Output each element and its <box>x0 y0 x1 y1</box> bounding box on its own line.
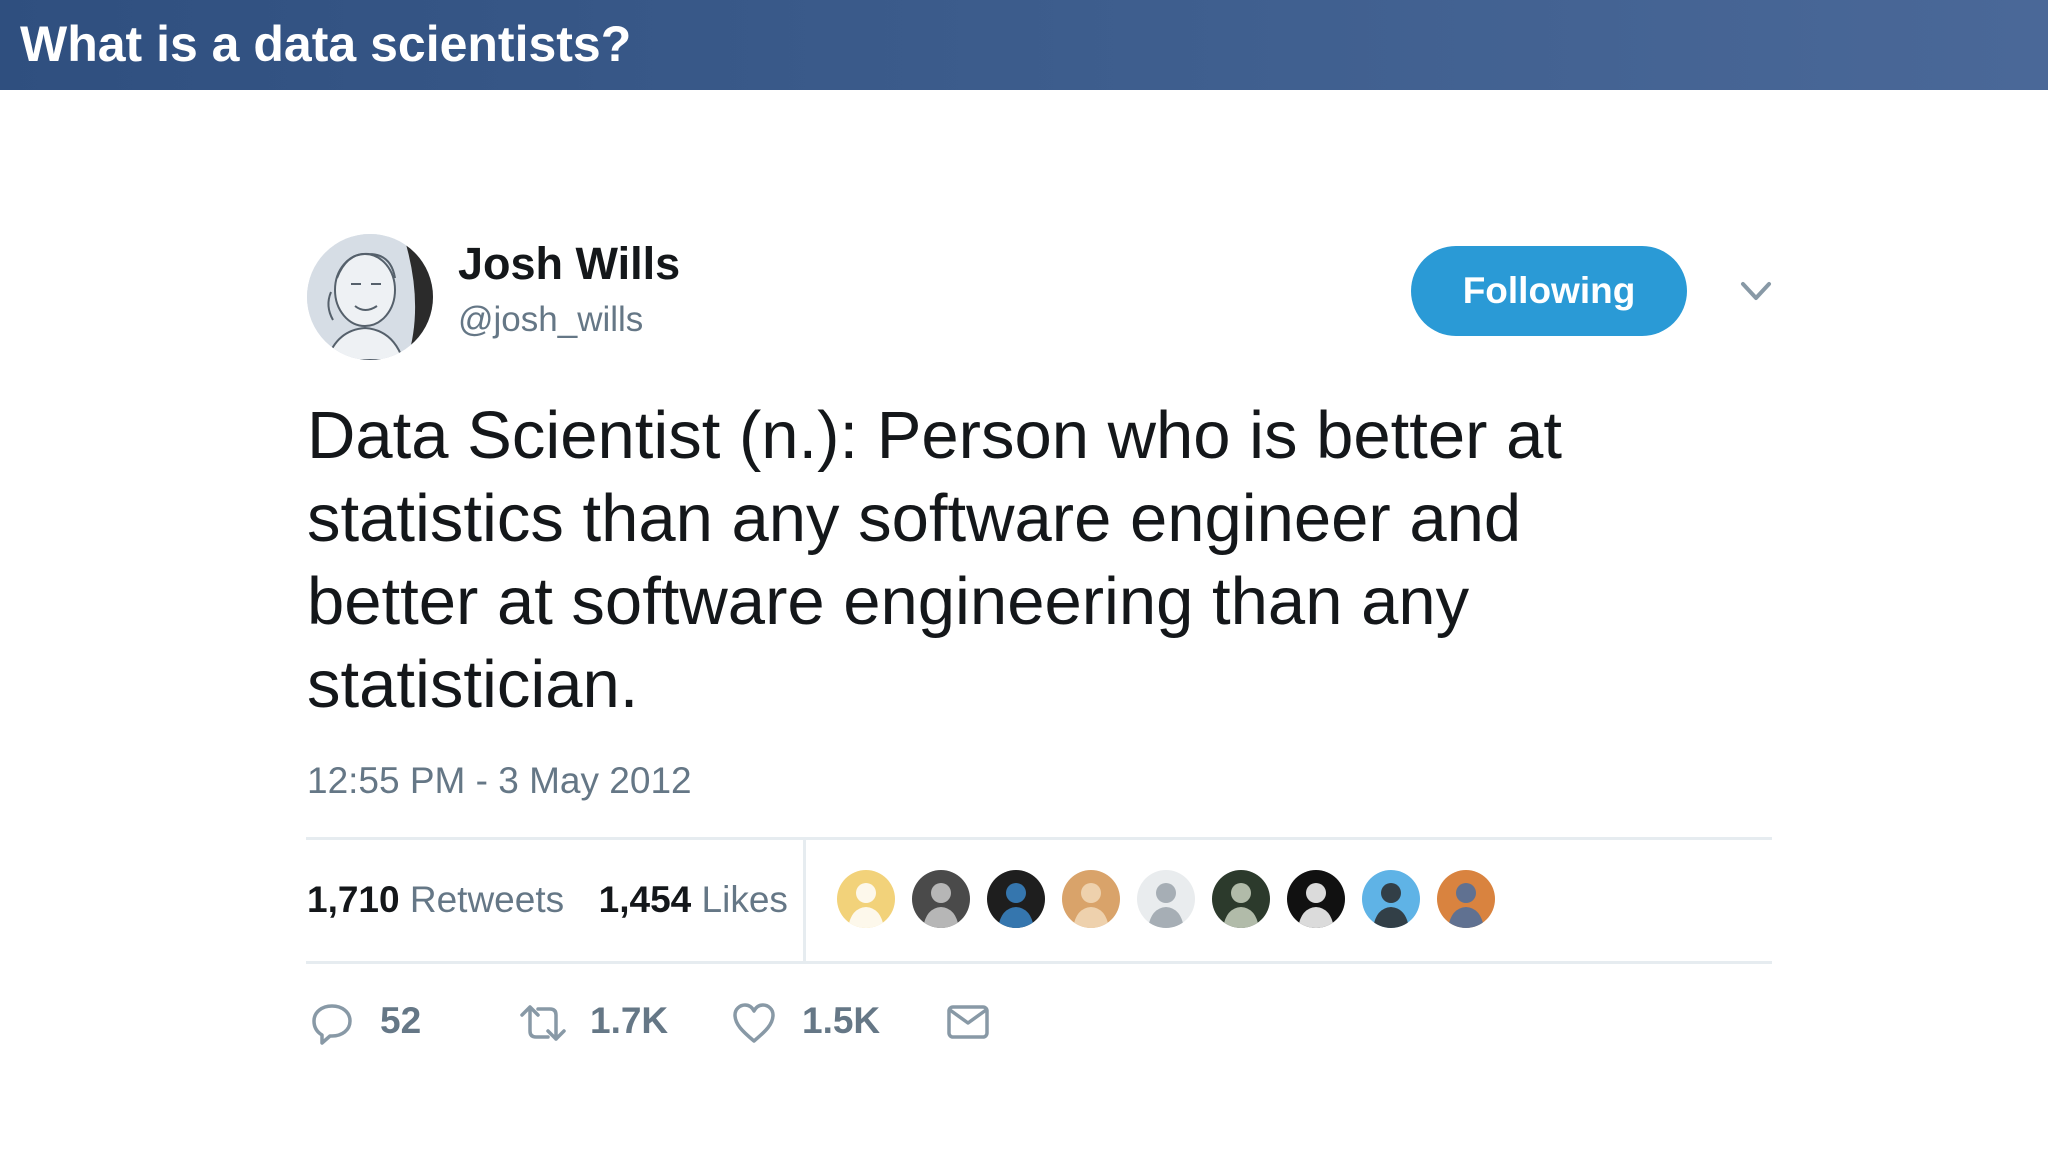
liker-avatar[interactable] <box>834 867 898 931</box>
stats-divider <box>803 840 806 961</box>
retweets-label[interactable]: Retweets <box>410 879 564 920</box>
following-button[interactable]: Following <box>1411 246 1687 336</box>
tweet-text: Data Scientist (n.): Person who is bette… <box>307 398 1562 722</box>
liker-avatar[interactable] <box>1434 867 1498 931</box>
retweet-count: 1.7K <box>590 1000 669 1041</box>
avatar-sketch-icon <box>307 234 433 360</box>
likes-label[interactable]: Likes <box>702 879 788 920</box>
retweet-icon <box>520 1005 566 1041</box>
like-count: 1.5K <box>802 1000 881 1041</box>
slide-title-bar: What is a data scientists? <box>0 0 2048 90</box>
liker-avatar[interactable] <box>1059 867 1123 931</box>
retweets-count[interactable]: 1,710 <box>307 879 400 920</box>
author-avatar[interactable] <box>307 234 433 360</box>
liker-avatar[interactable] <box>1134 867 1198 931</box>
heart-icon <box>733 1003 775 1043</box>
liker-avatar[interactable] <box>1284 867 1348 931</box>
liker-avatar[interactable] <box>1209 867 1273 931</box>
divider <box>306 837 1772 840</box>
liker-avatars <box>834 867 1509 933</box>
reply-icon <box>312 1004 352 1045</box>
liker-avatar[interactable] <box>984 867 1048 931</box>
chevron-down-icon[interactable] <box>1733 274 1779 310</box>
likes-count[interactable]: 1,454 <box>599 879 692 920</box>
tweet-stats: 1,710 Retweets 1,454 Likes <box>307 876 788 924</box>
slide-title: What is a data scientists? <box>20 16 632 72</box>
liker-avatar[interactable] <box>1359 867 1423 931</box>
liker-avatar[interactable] <box>909 867 973 931</box>
reply-count: 52 <box>380 1000 422 1041</box>
author-name[interactable]: Josh Wills <box>458 236 680 292</box>
divider <box>306 961 1772 964</box>
envelope-icon <box>947 1005 989 1039</box>
tweet-timestamp[interactable]: 12:55 PM - 3 May 2012 <box>307 756 692 806</box>
author-handle[interactable]: @josh_wills <box>458 298 643 342</box>
tweet-card: Josh Wills @josh_wills Following Data Sc… <box>306 230 1774 1110</box>
